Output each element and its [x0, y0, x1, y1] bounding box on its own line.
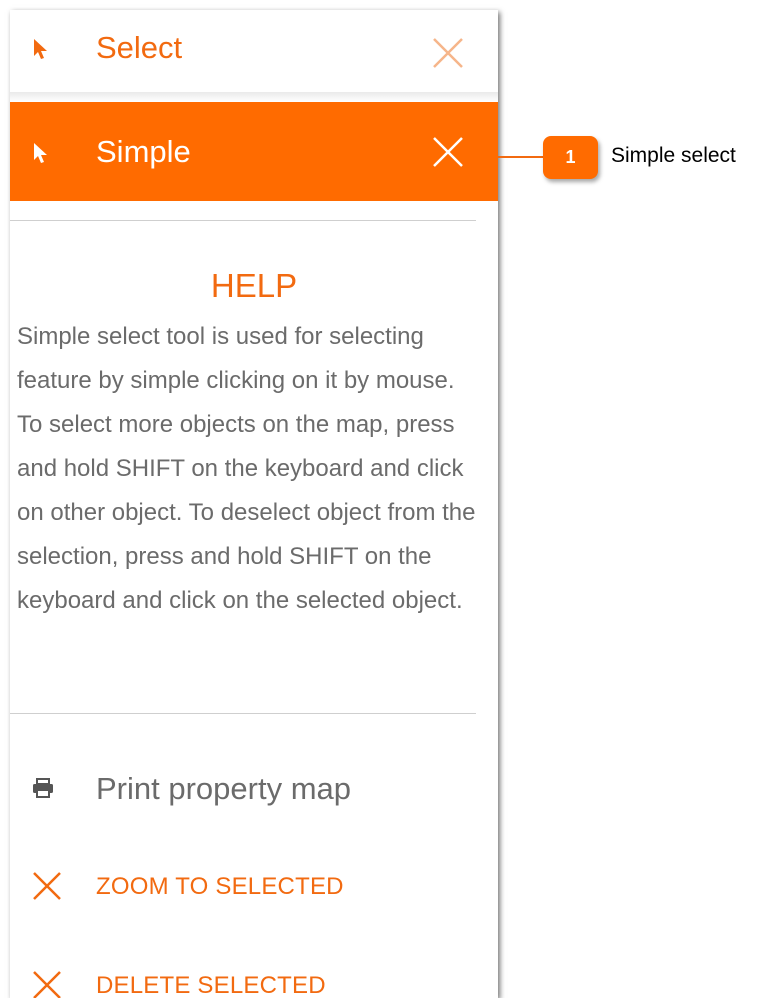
- callout-badge: 1: [543, 136, 598, 179]
- divider: [10, 713, 476, 714]
- zoom-to-selected-button[interactable]: ZOOM TO SELECTED: [10, 868, 498, 908]
- help-title: HELP: [210, 267, 298, 304]
- pointer-icon: [34, 143, 47, 163]
- simple-select-row[interactable]: Simple: [10, 102, 498, 201]
- close-icon[interactable]: [431, 36, 465, 70]
- delete-selected-button[interactable]: DELETE SELECTED: [10, 967, 498, 998]
- close-icon: [33, 872, 61, 900]
- close-icon[interactable]: [431, 135, 465, 169]
- print-property-map-label: Print property map: [96, 771, 351, 806]
- callout-connector: [498, 156, 546, 158]
- divider: [10, 220, 476, 221]
- printer-icon: [33, 778, 53, 798]
- zoom-to-selected-label: ZOOM TO SELECTED: [96, 873, 344, 900]
- help-text: Simple select tool is used for selecting…: [17, 323, 476, 614]
- divider: [10, 92, 498, 102]
- simple-select-label: Simple: [96, 134, 191, 169]
- delete-selected-label: DELETE SELECTED: [96, 972, 326, 998]
- close-icon: [33, 971, 61, 998]
- select-header-row[interactable]: Select: [10, 10, 498, 93]
- select-tool-panel: Select Simple HELP Simple select tool is…: [10, 10, 498, 998]
- callout-label: Simple select: [611, 144, 736, 167]
- select-header-label: Select: [96, 30, 183, 65]
- print-property-map-button[interactable]: Print property map: [10, 765, 498, 815]
- pointer-icon: [34, 39, 47, 59]
